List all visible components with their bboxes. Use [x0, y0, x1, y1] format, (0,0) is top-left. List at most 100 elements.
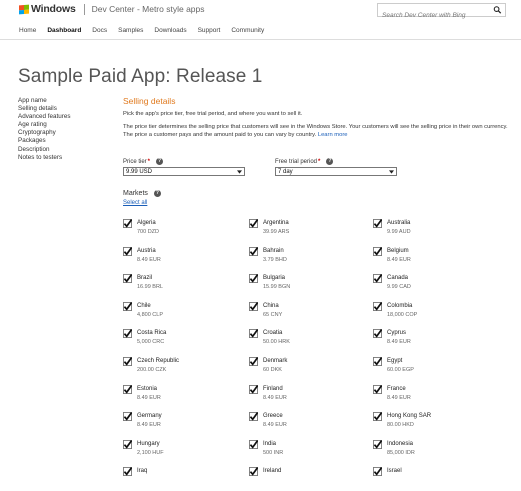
- market-name: Chile: [137, 302, 151, 309]
- free-trial-select[interactable]: 7 day: [275, 167, 397, 176]
- price-tier-group: Price tier *? 9.99 USD: [123, 157, 245, 176]
- release-steps-nav: App name Selling details Advanced features…: [18, 97, 71, 162]
- nav-item-home[interactable]: Home: [19, 27, 36, 34]
- market-price: 8.49 EUR: [263, 394, 287, 401]
- market-name: Cyprus: [387, 330, 407, 337]
- required-asterisk: *: [318, 158, 321, 165]
- market-checkbox[interactable]: [373, 301, 382, 311]
- market-checkbox[interactable]: [249, 439, 258, 449]
- market-name: Belgium: [387, 247, 409, 254]
- windows-logo[interactable]: Windows Dev Center - Metro style apps: [19, 3, 205, 15]
- market-price: 8.49 EUR: [387, 394, 411, 401]
- market-item: Greece 8.49 EUR: [249, 412, 369, 436]
- market-item: Finland 8.49 EUR: [249, 384, 369, 409]
- free-trial-label-text: Free trial period: [275, 158, 318, 165]
- market-item: Croatia 50.00 HRK: [249, 329, 369, 353]
- market-checkbox[interactable]: [373, 412, 382, 422]
- market-checkbox[interactable]: [249, 357, 258, 366]
- help-icon[interactable]: ?: [326, 158, 334, 165]
- market-checkbox[interactable]: [249, 219, 258, 228]
- market-item: India 500 INR: [249, 439, 369, 464]
- required-asterisk: *: [147, 158, 151, 165]
- nav-item-docs[interactable]: Docs: [92, 27, 107, 34]
- market-checkbox[interactable]: [123, 357, 132, 366]
- market-name: Egypt: [387, 358, 403, 364]
- market-item: China 65 CNY: [249, 301, 369, 326]
- nav-item-samples[interactable]: Samples: [118, 27, 143, 34]
- market-name: Finland: [263, 385, 283, 392]
- market-item: Indonesia 85,000 IDR: [373, 439, 493, 464]
- market-item: Belgium 8.49 EUR: [373, 246, 493, 271]
- market-checkbox[interactable]: [249, 246, 258, 256]
- market-checkbox[interactable]: [249, 412, 258, 422]
- free-trial-group: Free trial period *? 7 day: [275, 157, 397, 176]
- market-checkbox[interactable]: [123, 329, 132, 339]
- select-all-link[interactable]: Select all: [123, 200, 147, 206]
- market-checkbox[interactable]: [123, 467, 132, 477]
- market-checkbox[interactable]: [249, 384, 258, 394]
- nav-item-community[interactable]: Community: [231, 27, 264, 34]
- price-tier-label: Price tier *?: [123, 157, 245, 166]
- leftnav-item-age-rating[interactable]: Age rating: [18, 121, 71, 129]
- market-name: Czech Republic: [137, 358, 180, 364]
- market-checkbox[interactable]: [373, 219, 382, 228]
- market-item: Algeria 700 DZD: [123, 219, 243, 243]
- market-checkbox[interactable]: [123, 384, 132, 394]
- market-item: Brazil 16.99 BRL: [123, 274, 243, 298]
- market-price: 500 INR: [263, 449, 284, 456]
- market-checkbox[interactable]: [123, 412, 132, 422]
- section-title: Selling details: [123, 96, 176, 106]
- markets-label: Markets?: [123, 190, 161, 197]
- nav-divider: [0, 39, 521, 40]
- market-name: Ireland: [263, 468, 282, 475]
- market-checkbox[interactable]: [249, 274, 258, 284]
- help-icon[interactable]: ?: [156, 158, 164, 165]
- market-checkbox[interactable]: [373, 274, 382, 284]
- leftnav-item-notes-to-testers[interactable]: Notes to testers: [18, 154, 71, 162]
- market-checkbox[interactable]: [249, 329, 258, 339]
- page-title: Sample Paid App: Release 1: [18, 65, 263, 87]
- market-item: Argentina 39.99 ARS: [249, 219, 369, 243]
- market-checkbox[interactable]: [373, 384, 382, 394]
- market-checkbox[interactable]: [123, 301, 132, 311]
- leftnav-item-description[interactable]: Description: [18, 146, 71, 154]
- market-checkbox[interactable]: [123, 219, 132, 228]
- market-item: Cyprus 8.49 EUR: [373, 329, 493, 353]
- market-price: 8.49 EUR: [263, 422, 287, 429]
- leftnav-item-app-name[interactable]: App name: [18, 97, 71, 105]
- market-checkbox[interactable]: [123, 439, 132, 449]
- market-checkbox[interactable]: [373, 357, 382, 366]
- market-name: Hong Kong SAR: [387, 413, 432, 420]
- market-price: 8.49 EUR: [137, 394, 161, 401]
- market-item: Egypt 60.00 EGP: [373, 357, 493, 381]
- price-tier-select[interactable]: 9.99 USD: [123, 167, 245, 176]
- help-icon[interactable]: ?: [153, 190, 161, 197]
- dev-center-title[interactable]: Dev Center - Metro style apps: [92, 4, 205, 14]
- market-checkbox[interactable]: [249, 467, 258, 477]
- market-price: 3.79 BHD: [263, 256, 287, 263]
- market-checkbox[interactable]: [123, 274, 132, 284]
- market-checkbox[interactable]: [373, 329, 382, 339]
- market-checkbox[interactable]: [249, 301, 258, 311]
- price-tier-value: 9.99 USD: [126, 169, 153, 175]
- market-name: Germany: [137, 413, 162, 420]
- market-price: 18,000 COP: [387, 311, 418, 318]
- leftnav-item-advanced-features[interactable]: Advanced features: [18, 113, 71, 121]
- search-icon[interactable]: [493, 5, 502, 15]
- market-checkbox[interactable]: [373, 439, 382, 449]
- market-price: 700 DZD: [137, 229, 160, 235]
- learn-more-link[interactable]: Learn more: [318, 132, 348, 138]
- market-checkbox[interactable]: [123, 246, 132, 256]
- search-input[interactable]: [378, 9, 492, 22]
- market-checkbox[interactable]: [373, 246, 382, 256]
- leftnav-item-cryptography[interactable]: Cryptography: [18, 129, 71, 137]
- leftnav-item-packages[interactable]: Packages: [18, 137, 71, 145]
- market-name: Estonia: [137, 385, 158, 392]
- leftnav-item-selling-details[interactable]: Selling details: [18, 105, 71, 113]
- nav-item-support[interactable]: Support: [198, 27, 221, 34]
- market-item: Israel: [373, 467, 493, 491]
- market-checkbox[interactable]: [373, 467, 382, 477]
- nav-item-downloads[interactable]: Downloads: [154, 27, 186, 34]
- market-item: Colombia 18,000 COP: [373, 301, 493, 326]
- nav-item-dashboard[interactable]: Dashboard: [47, 27, 81, 34]
